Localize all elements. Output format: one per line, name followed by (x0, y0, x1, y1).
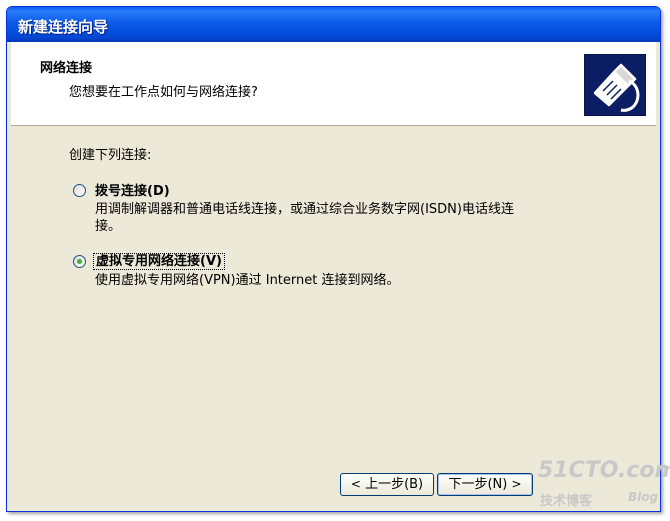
option-dialup-label[interactable]: 拨号连接(D) (95, 180, 170, 199)
watermark-subtitle: 技术博客 (540, 494, 593, 509)
option-vpn-description: 使用虚拟专用网络(VPN)通过 Internet 连接到网络。 (95, 273, 400, 288)
network-plug-icon (584, 54, 646, 116)
next-arrow-icon: > (511, 477, 522, 491)
back-arrow-icon: < (350, 477, 361, 491)
back-button-label: 上一步(B) (365, 477, 424, 492)
header-subtitle: 您想要在工作点如何与网络连接? (69, 85, 258, 100)
wizard-body: 创建下列连接: 拨号连接(D) 用调制解调器和普通电话线连接，或通过综合业务数字… (11, 126, 656, 511)
option-dialup-description-1: 用调制解调器和普通电话线连接，或通过综合业务数字网(ISDN)电话线连 (95, 202, 514, 217)
option-vpn-label[interactable]: 虚拟专用网络连接(V) (93, 250, 225, 270)
next-button[interactable]: 下一步(N) > (437, 473, 533, 496)
watermark-logo: 51CTO.com (538, 458, 670, 483)
header-title: 网络连接 (40, 61, 93, 76)
wizard-window: 新建连接向导 网络连接 您想要在工作点如何与网络连接? 创建下列连接: 拨号连接… (6, 6, 661, 512)
next-button-label: 下一步(N) (448, 477, 508, 492)
radio-vpn[interactable] (73, 255, 86, 268)
option-vpn-label-text: 虚拟专用网络连接(V) (93, 253, 225, 270)
prompt-label: 创建下列连接: (69, 148, 152, 163)
watermark-blog: Blog (628, 490, 659, 504)
window-title: 新建连接向导 (18, 18, 109, 36)
radio-dialup[interactable] (73, 184, 86, 197)
wizard-header: 网络连接 您想要在工作点如何与网络连接? (11, 42, 656, 126)
back-button[interactable]: < 上一步(B) (340, 473, 434, 496)
title-bar[interactable]: 新建连接向导 (7, 7, 660, 42)
option-dialup-description-2: 接。 (95, 219, 122, 234)
